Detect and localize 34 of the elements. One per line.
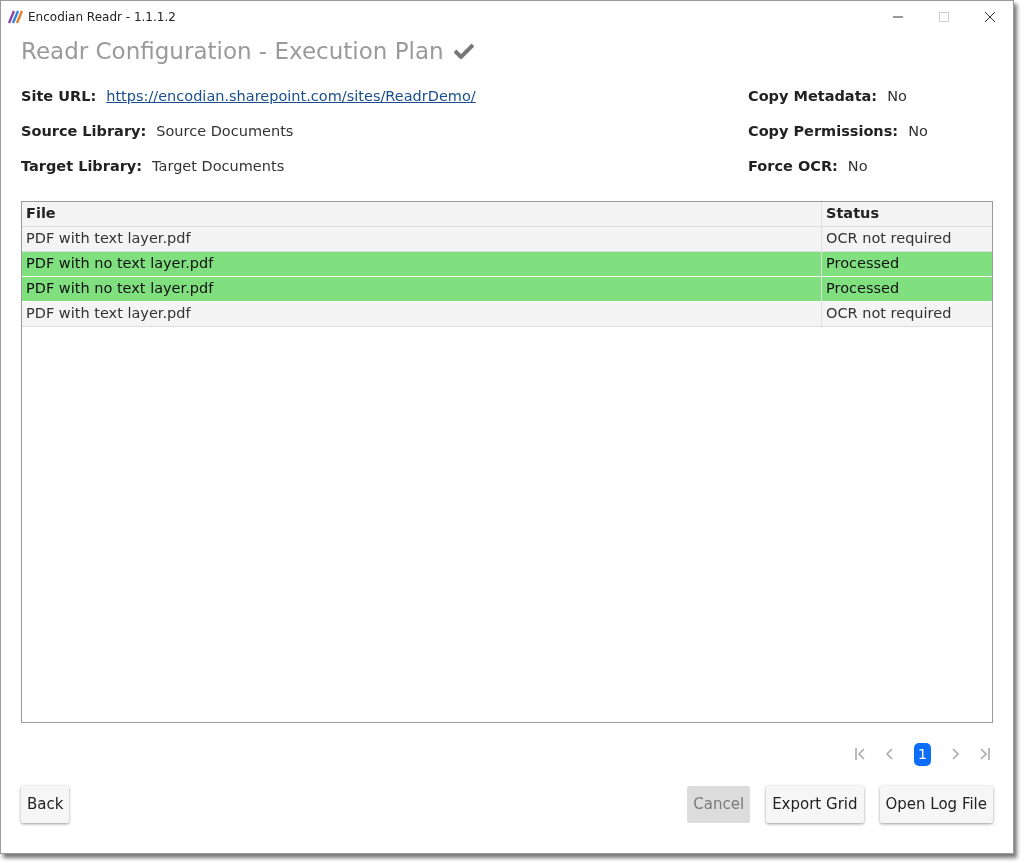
action-button[interactable]: Export Grid bbox=[766, 786, 864, 823]
page-heading: Readr Configuration - Execution Plan bbox=[21, 36, 444, 66]
field-value: No bbox=[847, 156, 868, 176]
first-page-icon[interactable] bbox=[854, 747, 867, 761]
field-label: Force OCR: bbox=[748, 156, 838, 176]
field-label: Target Library: bbox=[21, 156, 143, 176]
status-cell-text: Processed bbox=[825, 254, 901, 274]
action-button[interactable]: Back bbox=[21, 786, 70, 823]
window-title: Encodian Readr - 1.1.1.2 bbox=[28, 9, 177, 26]
field-value: Source Documents bbox=[156, 121, 294, 141]
file-cell: PDF with text layer.pdf bbox=[22, 227, 822, 251]
field-label: Site URL: bbox=[21, 86, 97, 106]
column-header: Status bbox=[825, 204, 881, 224]
last-page-icon[interactable] bbox=[979, 747, 991, 761]
field-label: Copy Metadata: bbox=[748, 86, 878, 106]
maximize-icon[interactable] bbox=[939, 12, 949, 22]
field-label: Copy Permissions: bbox=[748, 121, 899, 141]
field-label: Source Library: bbox=[21, 121, 147, 141]
file-cell: PDF with no text layer.pdf bbox=[22, 277, 822, 301]
close-icon[interactable] bbox=[985, 12, 995, 22]
page-number[interactable]: 1 bbox=[914, 742, 931, 766]
status-cell-text: OCR not required bbox=[825, 304, 953, 324]
field-value: Target Documents bbox=[152, 156, 285, 176]
status-cell-text: Processed bbox=[825, 279, 901, 299]
site-url-link[interactable]: https://encodian.sharepoint.com/sites/ReadrDemo/ bbox=[106, 85, 476, 108]
field-value: No bbox=[887, 86, 907, 106]
file-cell: PDF with text layer.pdf bbox=[22, 302, 822, 326]
next-page-icon[interactable] bbox=[949, 747, 961, 761]
status-cell-text: OCR not required bbox=[825, 229, 953, 249]
column-header: File bbox=[22, 202, 822, 226]
action-button[interactable]: Open Log File bbox=[879, 786, 993, 823]
app-logo-icon bbox=[8, 10, 24, 24]
file-cell: PDF with no text layer.pdf bbox=[22, 252, 822, 276]
field-value: No bbox=[908, 121, 928, 141]
